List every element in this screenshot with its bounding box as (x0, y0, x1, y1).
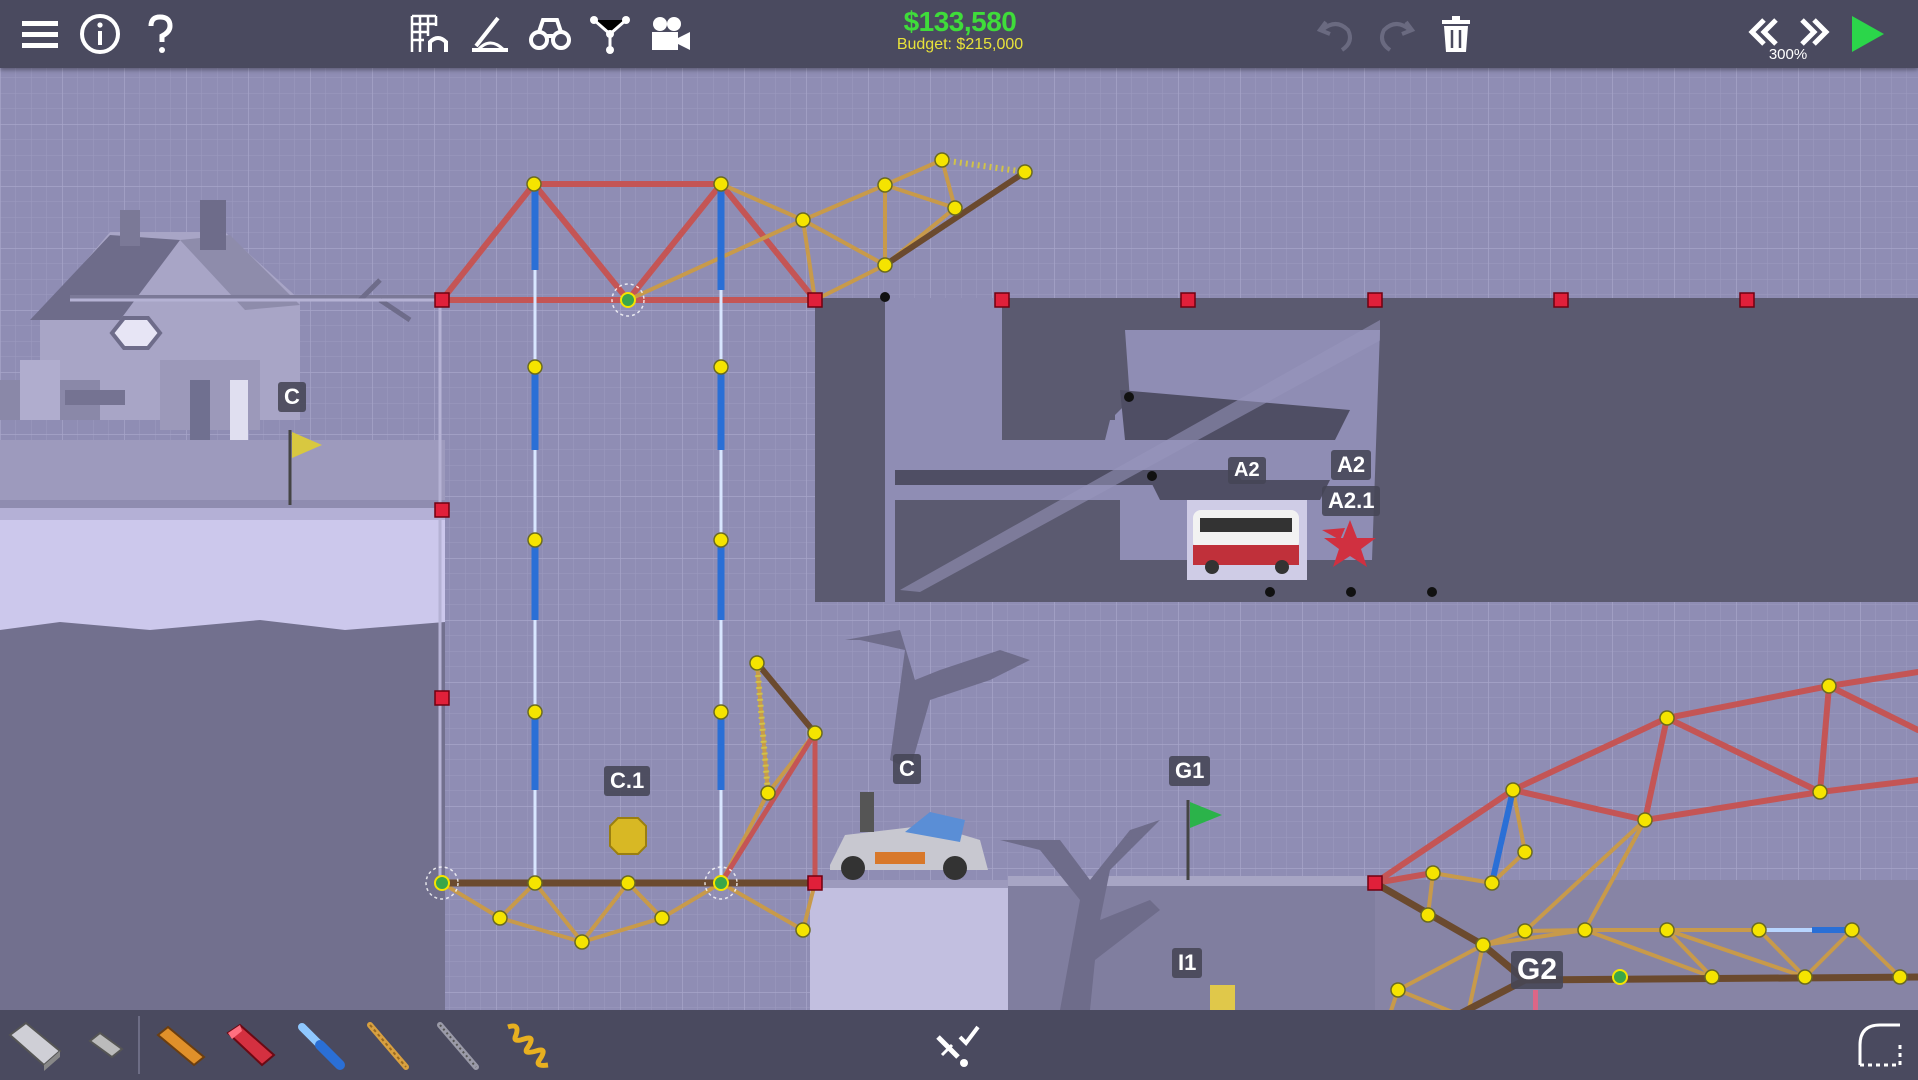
joint-graph-button[interactable] (586, 10, 634, 58)
grid-toggle-icon (410, 14, 448, 52)
play-button[interactable] (1842, 10, 1890, 58)
help-icon (148, 14, 173, 53)
label-a2-star: A2 (1331, 450, 1372, 480)
coin-checkpoint (609, 817, 647, 855)
binoculars-icon (529, 18, 571, 50)
joint-graph-icon (590, 16, 630, 54)
info-button[interactable] (76, 10, 124, 58)
undo-button[interactable] (1312, 10, 1360, 58)
label-i1: I1 (1172, 948, 1203, 978)
rope-button[interactable] (358, 1014, 418, 1076)
spring-button[interactable] (498, 1014, 558, 1076)
hydraulic-icon (298, 1023, 345, 1070)
auto-split-icon (936, 1025, 980, 1067)
reinforced-road-icon (88, 1031, 124, 1059)
steel-beam-button[interactable] (220, 1014, 280, 1076)
money-display: $133,580 Budget: $215,000 (860, 6, 1060, 54)
label-g2: G2 (1511, 951, 1564, 989)
menu-button[interactable] (16, 10, 64, 58)
stress-view-button[interactable] (466, 10, 514, 58)
label-c-house: C (278, 382, 306, 412)
camera-icon (652, 17, 690, 50)
label-c1: C.1 (604, 766, 651, 796)
redo-button[interactable] (1372, 10, 1420, 58)
label-a21: A2.1 (1322, 486, 1381, 516)
corner-toggle-button[interactable] (1850, 1014, 1910, 1076)
cable-button[interactable] (428, 1014, 488, 1076)
menu-icon (22, 21, 58, 48)
ground (810, 876, 1918, 1010)
binoculars-button[interactable] (526, 10, 574, 58)
build-area[interactable] (0, 0, 1918, 1080)
vehicle-bus (1187, 500, 1307, 580)
label-c-car: C (893, 754, 921, 784)
road-material-button[interactable] (4, 1014, 64, 1076)
corner-toggle-icon (1858, 1023, 1902, 1067)
left-cliff (0, 495, 445, 1080)
grid-toggle-button[interactable] (406, 10, 454, 58)
undo-icon (1316, 20, 1352, 52)
sim-speed-label: 300% (1768, 46, 1808, 63)
top-toolbar: $133,580 Budget: $215,000 300% (0, 0, 1918, 68)
camera-button[interactable] (646, 10, 694, 58)
stress-view-icon (472, 16, 508, 52)
info-icon (80, 14, 120, 54)
rope-icon (367, 1022, 409, 1070)
redo-icon (1380, 20, 1416, 52)
help-button[interactable] (136, 10, 184, 58)
trash-button[interactable] (1432, 10, 1480, 58)
current-cost: $133,580 (903, 6, 1017, 37)
auto-split-button[interactable] (928, 1014, 988, 1076)
budget-limit: Budget: $215,000 (896, 36, 1024, 53)
wood-beam-icon (156, 1025, 206, 1067)
trash-icon (1442, 16, 1470, 52)
reinforced-road-button[interactable] (76, 1014, 136, 1076)
play-icon (1852, 16, 1884, 52)
hydraulic-button[interactable] (290, 1014, 350, 1076)
steel-beam-icon (226, 1023, 276, 1067)
wood-beam-button[interactable] (150, 1014, 210, 1076)
label-g1: G1 (1169, 756, 1211, 786)
road-material-icon (8, 1021, 62, 1071)
toolbar-divider (138, 1016, 140, 1074)
label-a2-bus: A2 (1228, 457, 1266, 484)
cable-icon (437, 1022, 479, 1070)
spring-icon (507, 1023, 549, 1068)
